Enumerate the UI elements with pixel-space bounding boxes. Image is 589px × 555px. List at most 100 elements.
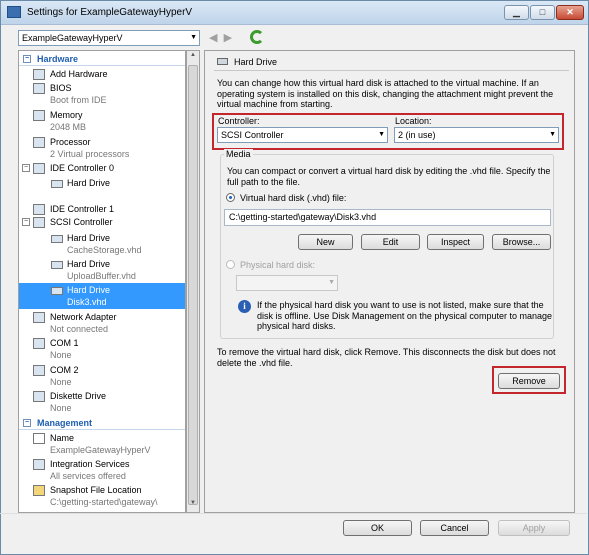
scroll-thumb[interactable] <box>188 65 198 505</box>
collapse-icon[interactable]: − <box>22 218 30 226</box>
vm-selector-value: ExampleGatewayHyperV <box>22 33 123 43</box>
window-title: Settings for ExampleGatewayHyperV <box>27 7 193 18</box>
chevron-down-icon: ▼ <box>190 34 197 41</box>
tree-item-sub: CacheStorage.vhd <box>67 245 142 255</box>
tree-item-label: Diskette Drive <box>50 391 107 401</box>
tree-item-label: Hard Drive <box>67 233 111 243</box>
tree-item-label: BIOS <box>50 83 72 93</box>
info-line: physical hard disks. <box>257 321 336 331</box>
new-button[interactable]: New <box>298 234 353 250</box>
collapse-icon[interactable]: − <box>23 419 31 427</box>
ok-button[interactable]: OK <box>343 520 412 536</box>
maximize-button[interactable]: □ <box>530 5 555 20</box>
refresh-icon[interactable] <box>250 30 264 44</box>
physical-info-text: If the physical hard disk you want to us… <box>257 300 552 332</box>
tree-item-label: COM 1 <box>50 338 79 348</box>
hard-drive-icon <box>51 235 63 243</box>
physical-disk-dropdown[interactable]: ▼ <box>236 275 338 291</box>
tree-item-com1[interactable]: COM 1 None <box>19 336 185 362</box>
tree-item-integration-services[interactable]: Integration Services All services offere… <box>19 457 185 483</box>
tree-item-sub: Not connected <box>50 324 109 334</box>
tree-item-name[interactable]: Name ExampleGatewayHyperV <box>19 431 185 457</box>
tree-item-label: Hard Drive <box>67 259 111 269</box>
location-value: 2 (in use) <box>398 130 436 140</box>
tree-item-scsi-hard-drive-upload[interactable]: Hard Drive UploadBuffer.vhd <box>19 257 185 283</box>
tree-item-ide0-hard-drive[interactable]: Hard Drive <box>19 176 185 202</box>
panel-title: Hard Drive <box>234 57 278 67</box>
back-arrow-icon[interactable]: ◀ <box>209 32 217 44</box>
network-adapter-icon <box>33 312 45 323</box>
controller-label: Controller: <box>218 116 260 126</box>
hard-drive-icon <box>217 58 228 65</box>
tree-item-sub: ExampleGatewayHyperV <box>50 445 151 455</box>
nav-arrows: ◀ ▶ <box>209 31 232 44</box>
cancel-button[interactable]: Cancel <box>420 520 489 536</box>
apply-button[interactable]: Apply <box>498 520 570 536</box>
tree-item-label: Memory <box>50 110 83 120</box>
tree-item-sub: None <box>50 403 72 413</box>
hardware-section-header[interactable]: − Hardware <box>19 53 185 66</box>
controller-dropdown[interactable]: SCSI Controller ▼ <box>217 127 388 143</box>
tree-item-snapshot-location[interactable]: Snapshot File Location C:\getting-starte… <box>19 483 185 509</box>
tree-item-sub: 2 Virtual processors <box>50 149 130 159</box>
minimize-button[interactable]: ▁ <box>504 5 529 20</box>
tree-item-sub: Boot from IDE <box>50 95 107 105</box>
hard-drive-icon <box>51 180 63 188</box>
tree-item-com2[interactable]: COM 2 None <box>19 363 185 389</box>
tree-item-processor[interactable]: Processor 2 Virtual processors <box>19 135 185 161</box>
memory-icon <box>33 110 45 121</box>
inspect-button[interactable]: Inspect <box>427 234 484 250</box>
tree-item-memory[interactable]: Memory 2048 MB <box>19 108 185 134</box>
tree-item-label: IDE Controller 1 <box>50 204 115 214</box>
info-line: disk is offline. Use Disk Management on … <box>257 310 552 321</box>
collapse-icon[interactable]: − <box>22 164 30 172</box>
tree-item-sub: Disk3.vhd <box>67 297 107 307</box>
tree-item-sub: None <box>50 350 72 360</box>
management-section-header[interactable]: − Management <box>19 417 185 430</box>
vhd-radio-label: Virtual hard disk (.vhd) file: <box>240 193 347 203</box>
browse-button[interactable]: Browse... <box>492 234 551 250</box>
name-icon <box>33 433 45 444</box>
controller-value: SCSI Controller <box>221 130 284 140</box>
tree-item-label: Integration Services <box>50 459 130 469</box>
tree-item-scsi-hard-drive-disk3[interactable]: Hard Drive Disk3.vhd <box>19 283 185 309</box>
info-line: If the physical hard disk you want to us… <box>257 300 544 310</box>
processor-icon <box>33 137 45 148</box>
chevron-down-icon: ▼ <box>549 131 556 138</box>
tree-item-sub: None <box>50 377 72 387</box>
tree-item-scsi-hard-drive-cache[interactable]: Hard Drive CacheStorage.vhd <box>19 231 185 257</box>
physical-disk-radio[interactable] <box>226 260 235 269</box>
folder-icon <box>33 485 45 496</box>
collapse-icon[interactable]: − <box>23 55 31 63</box>
tree-item-diskette-drive[interactable]: Diskette Drive None <box>19 389 185 415</box>
tree-scrollbar[interactable]: ▲ ▼ <box>186 50 200 513</box>
intro-line: virtual machine from starting. <box>217 99 333 109</box>
tree-item-label: IDE Controller 0 <box>50 163 115 173</box>
vm-selector-dropdown[interactable]: ExampleGatewayHyperV ▼ <box>18 30 200 46</box>
integration-services-icon <box>33 459 45 470</box>
location-label: Location: <box>395 116 432 126</box>
tree-item-label: Add Hardware <box>50 69 108 79</box>
vhd-path-input[interactable]: C:\getting-started\gateway\Disk3.vhd <box>224 209 551 226</box>
ide-controller-icon <box>33 163 45 174</box>
add-hardware-icon <box>33 69 45 80</box>
tree-item-sub: C:\getting-started\gateway\ <box>50 497 158 507</box>
scsi-controller-icon <box>33 217 45 228</box>
scroll-up-icon[interactable]: ▲ <box>188 52 198 63</box>
vhd-radio[interactable] <box>226 193 235 202</box>
remove-button[interactable]: Remove <box>498 373 560 389</box>
chevron-down-icon: ▼ <box>378 131 385 138</box>
settings-tree: − Hardware Add Hardware BIOS Boot from I… <box>18 50 186 513</box>
scroll-down-icon[interactable]: ▼ <box>188 500 198 511</box>
tree-item-network-adapter[interactable]: Network Adapter Not connected <box>19 310 185 336</box>
edit-button[interactable]: Edit <box>361 234 420 250</box>
physical-disk-label: Physical hard disk: <box>240 260 316 270</box>
tree-item-label: Hard Drive <box>67 178 111 188</box>
tree-item-sub: 2048 MB <box>50 122 87 132</box>
forward-arrow-icon[interactable]: ▶ <box>224 32 232 44</box>
tree-item-bios[interactable]: BIOS Boot from IDE <box>19 81 185 107</box>
location-dropdown[interactable]: 2 (in use) ▼ <box>394 127 559 143</box>
close-button[interactable]: ✕ <box>556 5 584 20</box>
hard-drive-icon <box>51 287 63 295</box>
footer-divider <box>0 513 587 514</box>
